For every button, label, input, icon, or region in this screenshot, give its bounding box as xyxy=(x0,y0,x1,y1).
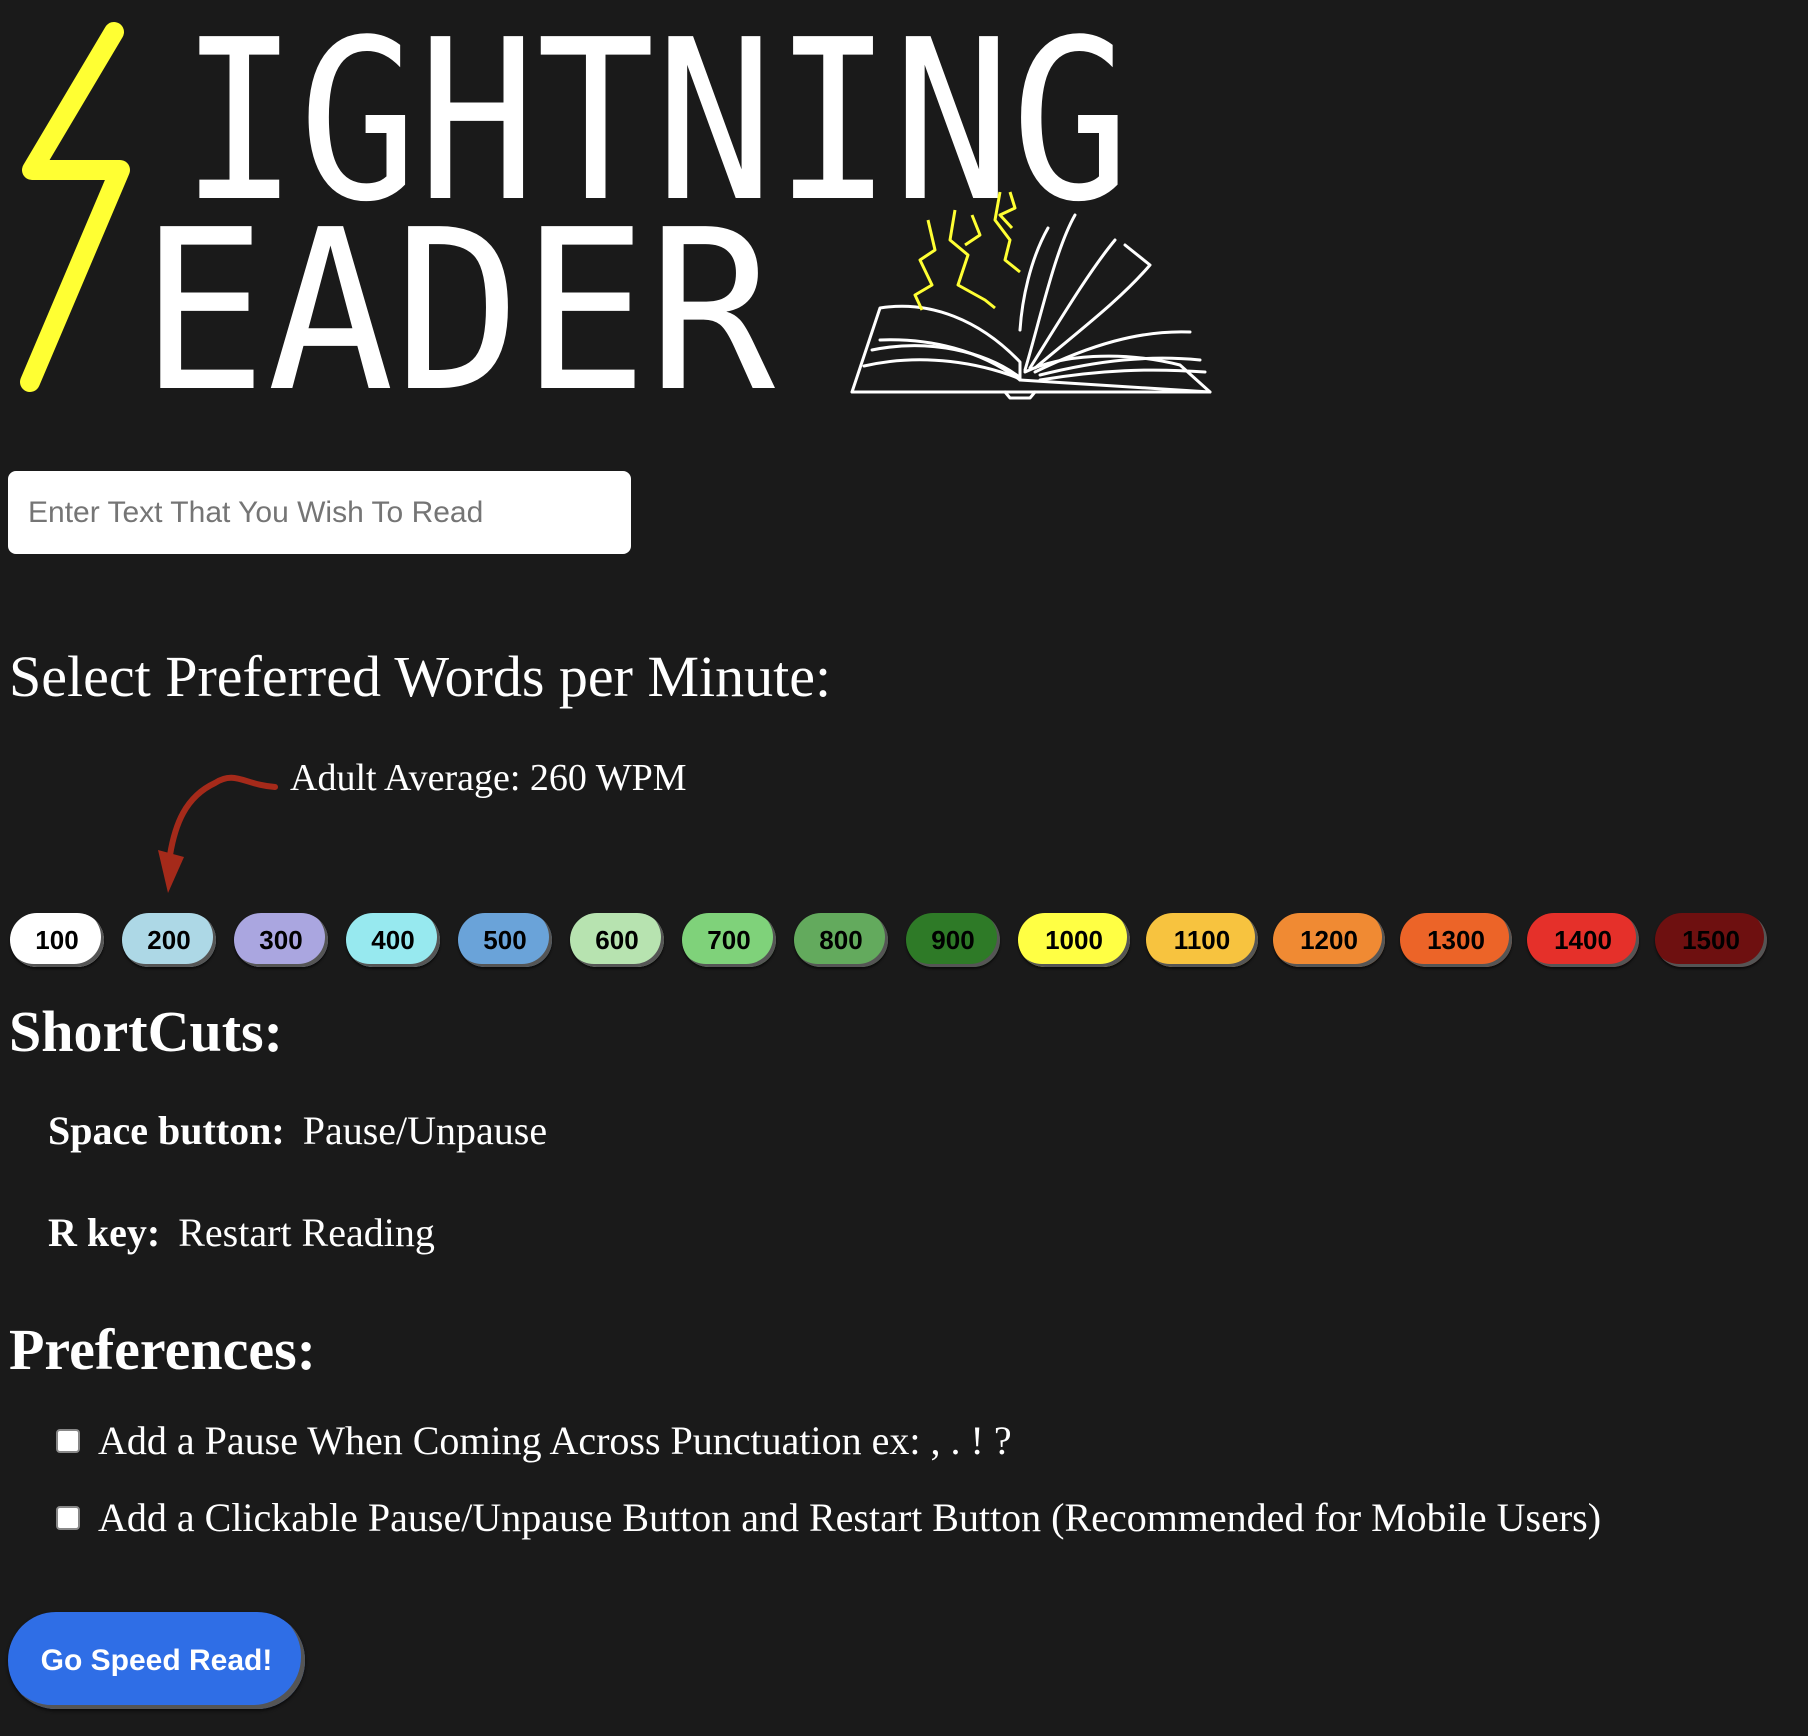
shortcut-desc-label: Pause/Unpause xyxy=(302,1108,548,1153)
logo-line-2: EADER xyxy=(140,183,775,400)
pref-punctuation-label: Add a Pause When Coming Across Punctuati… xyxy=(98,1418,1012,1463)
wpm-700-button[interactable]: 700 xyxy=(682,913,776,967)
pref-punctuation-pause[interactable]: Add a Pause When Coming Across Punctuati… xyxy=(56,1417,1012,1465)
wpm-1200-button[interactable]: 1200 xyxy=(1273,913,1385,967)
pref-clickable-buttons-checkbox[interactable] xyxy=(56,1506,80,1530)
wpm-500-button[interactable]: 500 xyxy=(458,913,552,967)
wpm-100-button[interactable]: 100 xyxy=(10,913,104,967)
curved-arrow-icon xyxy=(158,774,278,893)
wpm-heading: Select Preferred Words per Minute: xyxy=(9,644,832,709)
lightning-bolt-icon xyxy=(20,22,130,392)
wpm-1000-button[interactable]: 1000 xyxy=(1018,913,1130,967)
adult-average-label: Adult Average: 260 WPM xyxy=(290,757,687,799)
shortcut-key-label: Space button: xyxy=(48,1108,285,1153)
pref-clickable-buttons[interactable]: Add a Clickable Pause/Unpause Button and… xyxy=(56,1494,1601,1542)
pref-clickable-buttons-label: Add a Clickable Pause/Unpause Button and… xyxy=(98,1495,1602,1540)
wpm-200-button[interactable]: 200 xyxy=(122,913,216,967)
shortcut-r: R key: Restart Reading xyxy=(48,1209,435,1257)
wpm-300-button[interactable]: 300 xyxy=(234,913,328,967)
shortcut-key-label: R key: xyxy=(48,1210,161,1255)
shortcut-desc-label: Restart Reading xyxy=(178,1210,435,1255)
wpm-1400-button[interactable]: 1400 xyxy=(1527,913,1639,967)
wpm-900-button[interactable]: 900 xyxy=(906,913,1000,967)
text-to-read-input[interactable] xyxy=(8,471,631,554)
lightning-reader-logo: IGHTNING EADER xyxy=(20,10,1212,400)
wpm-600-button[interactable]: 600 xyxy=(570,913,664,967)
wpm-800-button[interactable]: 800 xyxy=(794,913,888,967)
go-speed-read-button[interactable]: Go Speed Read! xyxy=(8,1612,305,1709)
shortcut-space: Space button: Pause/Unpause xyxy=(48,1107,547,1155)
wpm-400-button[interactable]: 400 xyxy=(346,913,440,967)
preferences-title: Preferences: xyxy=(9,1317,316,1382)
wpm-1500-button[interactable]: 1500 xyxy=(1655,913,1767,967)
pref-punctuation-checkbox[interactable] xyxy=(56,1429,80,1453)
shortcuts-title: ShortCuts: xyxy=(9,999,283,1064)
wpm-1100-button[interactable]: 1100 xyxy=(1146,913,1258,967)
wpm-1300-button[interactable]: 1300 xyxy=(1400,913,1512,967)
